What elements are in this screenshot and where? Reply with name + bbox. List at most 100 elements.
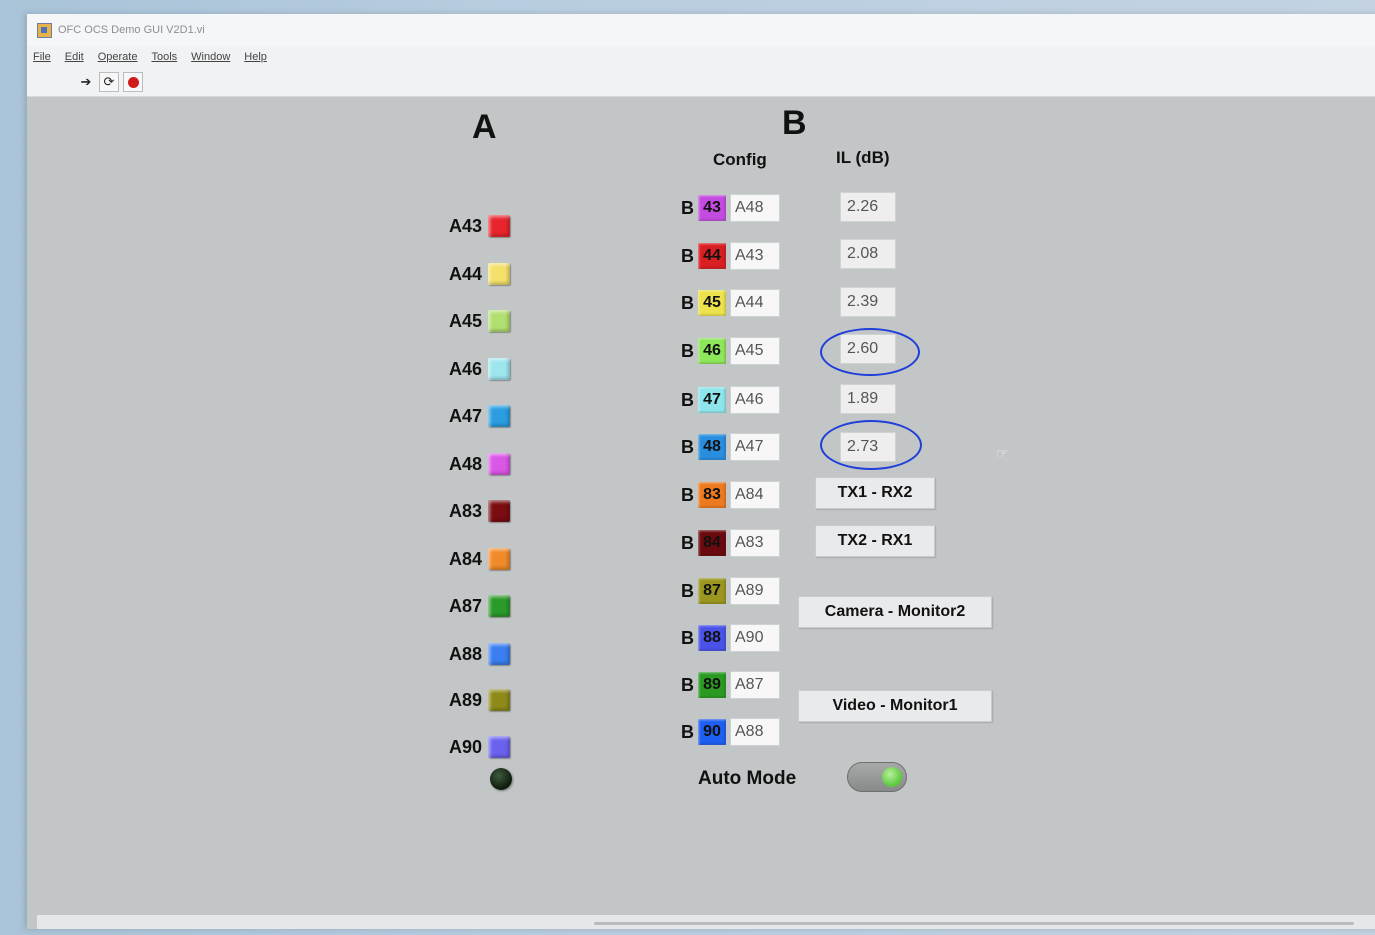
b-port-number-badge: 89 (698, 672, 726, 698)
a-port-row: A84 (420, 545, 510, 573)
menu-tools[interactable]: Tools (151, 51, 177, 63)
b-port-config-field[interactable]: A43 (730, 242, 780, 270)
b-port-number-badge: 46 (698, 338, 726, 364)
b-port-config-field[interactable]: A47 (730, 433, 780, 461)
b-port-row: B 88 A90 (676, 623, 780, 653)
a-port-label: A83 (448, 500, 482, 521)
column-b-heading: B (782, 104, 807, 142)
a-port-label: A44 (448, 263, 482, 284)
menu-edit[interactable]: Edit (65, 51, 84, 63)
a-port-label: A46 (448, 358, 482, 379)
toolbar: ➔ ⟳ (27, 68, 1375, 97)
b-port-config-field[interactable]: A44 (730, 289, 780, 317)
b-port-config-field[interactable]: A48 (730, 194, 780, 222)
abort-icon[interactable] (123, 72, 143, 92)
title-bar: OFC OCS Demo GUI V2D1.vi (27, 14, 1375, 46)
b-port-config-field[interactable]: A88 (730, 718, 780, 746)
b-port-row: B 87 A89 (676, 576, 780, 606)
a-port-row: A87 (420, 592, 510, 620)
il-value-field: 2.08 (840, 239, 896, 269)
vi-front-panel-window: OFC OCS Demo GUI V2D1.vi File Edit Opera… (27, 14, 1375, 929)
mouse-pointer-icon: ☞ (996, 445, 1009, 461)
run-continuously-icon[interactable]: ⟳ (99, 72, 119, 92)
a-port-color-led (488, 500, 510, 522)
a-port-row: A48 (420, 450, 510, 478)
b-port-row: B 90 A88 (676, 717, 780, 747)
b-port-number-badge: 88 (698, 625, 726, 651)
il-value-field: 2.39 (840, 287, 896, 317)
a-port-label: A90 (448, 736, 482, 757)
b-port-config-field[interactable]: A84 (730, 481, 780, 509)
a-port-color-led (488, 595, 510, 617)
b-port-config-field[interactable]: A46 (730, 386, 780, 414)
b-port-prefix: B (681, 245, 694, 266)
menu-window[interactable]: Window (191, 51, 230, 63)
scrollbar-thumb[interactable] (594, 922, 1354, 925)
b-port-prefix: B (681, 580, 694, 601)
b-port-config-field[interactable]: A87 (730, 671, 780, 699)
b-port-number-badge: 84 (698, 530, 726, 556)
b-port-number-badge: 87 (698, 578, 726, 604)
a-port-color-led (488, 215, 510, 237)
b-port-row: B 83 A84 (676, 480, 780, 510)
status-indicator-led (490, 768, 512, 790)
tx1-rx2-button[interactable]: TX1 - RX2 (815, 477, 935, 509)
a-port-label: A45 (448, 310, 482, 331)
b-port-config-field[interactable]: A89 (730, 577, 780, 605)
column-a-heading: A (472, 108, 497, 146)
b-port-number-badge: 47 (698, 387, 726, 413)
b-port-number-badge: 43 (698, 195, 726, 221)
a-port-label: A43 (448, 215, 482, 236)
a-port-color-led (488, 310, 510, 332)
a-port-color-led (488, 358, 510, 380)
b-port-prefix: B (681, 532, 694, 553)
menu-help[interactable]: Help (244, 51, 267, 63)
b-port-number-badge: 44 (698, 243, 726, 269)
b-port-prefix: B (681, 674, 694, 695)
auto-mode-toggle[interactable] (847, 762, 907, 792)
labview-vi-icon (37, 22, 52, 38)
b-port-number-badge: 83 (698, 482, 726, 508)
a-port-label: A87 (448, 595, 482, 616)
b-port-row: B 44 A43 (676, 241, 780, 271)
video-monitor1-button[interactable]: Video - Monitor1 (798, 690, 992, 722)
a-port-color-led (488, 689, 510, 711)
il-value-field: 2.73 (840, 432, 896, 462)
a-port-row: A44 (420, 260, 510, 288)
config-heading: Config (713, 150, 767, 169)
a-port-color-led (488, 643, 510, 665)
a-port-label: A47 (448, 405, 482, 426)
b-port-prefix: B (681, 389, 694, 410)
b-port-prefix: B (681, 484, 694, 505)
a-port-label: A88 (448, 643, 482, 664)
toggle-knob (882, 767, 902, 787)
b-port-prefix: B (681, 292, 694, 313)
b-port-number-badge: 48 (698, 434, 726, 460)
menu-file[interactable]: File (33, 51, 51, 63)
b-port-prefix: B (681, 627, 694, 648)
menu-bar: File Edit Operate Tools Window Help (27, 46, 1375, 68)
b-port-config-field[interactable]: A45 (730, 337, 780, 365)
a-port-color-led (488, 405, 510, 427)
b-port-config-field[interactable]: A90 (730, 624, 780, 652)
camera-monitor2-button[interactable]: Camera - Monitor2 (798, 596, 992, 628)
a-port-row: A45 (420, 307, 510, 335)
a-port-label: A48 (448, 453, 482, 474)
a-port-row: A88 (420, 640, 510, 668)
window-title: OFC OCS Demo GUI V2D1.vi (58, 24, 205, 36)
a-port-color-led (488, 453, 510, 475)
menu-operate[interactable]: Operate (98, 51, 138, 63)
b-port-prefix: B (681, 197, 694, 218)
a-port-row: A89 (420, 686, 510, 714)
run-arrow-icon[interactable]: ➔ (77, 73, 95, 91)
a-port-row: A46 (420, 355, 510, 383)
a-port-row: A47 (420, 402, 510, 430)
b-port-prefix: B (681, 340, 694, 361)
il-value-field: 2.26 (840, 192, 896, 222)
tx2-rx1-button[interactable]: TX2 - RX1 (815, 525, 935, 557)
a-port-label: A84 (448, 548, 482, 569)
il-value-field: 2.60 (840, 334, 896, 364)
b-port-row: B 48 A47 (676, 432, 780, 462)
b-port-config-field[interactable]: A83 (730, 529, 780, 557)
a-port-color-led (488, 548, 510, 570)
